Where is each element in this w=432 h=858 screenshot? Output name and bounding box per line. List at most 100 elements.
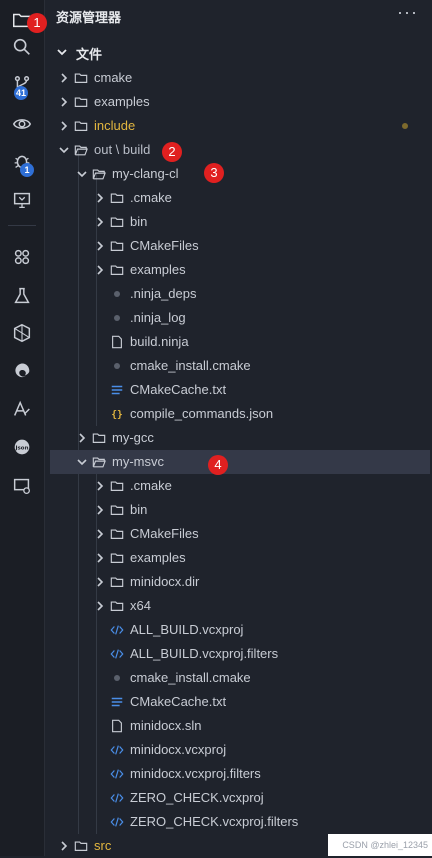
- tree-item-label: minidocx.dir: [130, 574, 200, 589]
- tree-item-clang-child[interactable]: CMakeCache.txt: [44, 378, 432, 402]
- tree-item-examples[interactable]: examples: [44, 90, 432, 114]
- source-control-activity-button[interactable]: 41: [0, 65, 44, 105]
- remote-explorer-activity-button[interactable]: [0, 104, 44, 144]
- search-activity-button[interactable]: [0, 27, 44, 67]
- tree-item-icon: [74, 119, 88, 133]
- tree-item-label: ZERO_CHECK.vcxproj.filters: [130, 814, 299, 829]
- extensions-icon: [14, 249, 30, 265]
- tree-item-clang-child[interactable]: CMakeFiles: [44, 234, 432, 258]
- tree-item-msvc-child[interactable]: examples: [44, 546, 432, 570]
- tree-item-clang-child[interactable]: {} compile_commands.json: [44, 402, 432, 426]
- tree-item-msvc-child[interactable]: minidocx.vcxproj.filters: [44, 762, 432, 786]
- tree-item-clang-child[interactable]: build.ninja: [44, 330, 432, 354]
- tree-item-icon: [110, 599, 124, 613]
- tree-item-icon: [110, 647, 124, 661]
- tree-item-label: CMakeFiles: [130, 526, 199, 541]
- tree-item-include[interactable]: include: [44, 114, 432, 138]
- edge-activity-button[interactable]: [0, 350, 44, 390]
- explorer-header: 资源管理器 ···: [44, 0, 432, 30]
- tree-item-label: cmake_install.cmake: [130, 670, 251, 685]
- activity-bar: 41 1 Json: [0, 0, 45, 856]
- tree-item-msvc-child[interactable]: ALL_BUILD.vcxproj: [44, 618, 432, 642]
- tree-item-icon: [110, 383, 124, 397]
- tree-item-label: .cmake: [130, 190, 172, 205]
- tree-item-icon: {}: [110, 407, 124, 421]
- tree-item-label: cmake: [94, 70, 133, 85]
- chevron-down-icon: [77, 459, 87, 466]
- tree-item-icon: [110, 815, 124, 829]
- tree-item-msvc-child[interactable]: CMakeCache.txt: [44, 690, 432, 714]
- folder-open-icon: [92, 169, 106, 180]
- files-section-header[interactable]: 文件: [44, 40, 432, 64]
- folder-icon: [110, 481, 124, 491]
- run-debug-activity-button[interactable]: 1: [0, 141, 44, 181]
- cmake-activity-button[interactable]: [0, 313, 44, 353]
- tree-item-icon: [110, 263, 124, 277]
- xml-file-icon: [110, 817, 124, 827]
- tree-item-icon: [110, 767, 124, 781]
- testing-activity-button[interactable]: [0, 276, 44, 316]
- tree-item-out-build[interactable]: out \ build: [44, 138, 432, 162]
- folder-icon: [110, 553, 124, 563]
- tree-item-msvc-child[interactable]: minidocx.vcxproj: [44, 738, 432, 762]
- watermark: CSDN @zhlei_12345: [342, 840, 428, 850]
- chevron-right-icon: [61, 841, 68, 851]
- tree-item-clang-child[interactable]: .ninja_log: [44, 306, 432, 330]
- json-activity-button[interactable]: Json: [0, 427, 44, 467]
- tree-item-my-clang-cl[interactable]: my-clang-cl: [44, 162, 432, 186]
- debug-badge: 1: [20, 163, 34, 177]
- tree-item-label: .ninja_log: [130, 310, 186, 325]
- tree-item-clang-child[interactable]: .ninja_deps: [44, 282, 432, 306]
- font-tool-activity-button[interactable]: [0, 389, 44, 429]
- folder-icon: [110, 601, 124, 611]
- tree-item-label: x64: [130, 598, 151, 613]
- tree-item-icon: [110, 215, 124, 229]
- tree-item-label: examples: [130, 550, 186, 565]
- chevron-right-icon: [97, 577, 104, 587]
- annotation-marker-1: 1: [27, 13, 47, 33]
- remote-window-activity-button[interactable]: [0, 466, 44, 506]
- json-file-icon: {}: [111, 410, 123, 421]
- remote-activity-button[interactable]: [0, 180, 44, 220]
- file-icon: [112, 335, 122, 349]
- tree-item-label: cmake_install.cmake: [130, 358, 251, 373]
- tree-item-msvc-child[interactable]: ALL_BUILD.vcxproj.filters: [44, 642, 432, 666]
- tree-item-clang-child[interactable]: cmake_install.cmake: [44, 354, 432, 378]
- chevron-down-icon: [77, 171, 87, 178]
- tree-item-msvc-child[interactable]: ZERO_CHECK.vcxproj.filters: [44, 810, 432, 834]
- file-dot-icon: [114, 291, 120, 297]
- tree-item-icon: [110, 191, 124, 205]
- tree-item-cmake[interactable]: cmake: [44, 66, 432, 90]
- annotation-marker-3: 3: [204, 163, 224, 183]
- tree-item-icon: [74, 71, 88, 85]
- tree-item-clang-child[interactable]: examples: [44, 258, 432, 282]
- tree-item-msvc-child[interactable]: .cmake: [44, 474, 432, 498]
- file-icon: [112, 719, 122, 733]
- tree-item-my-gcc[interactable]: my-gcc: [44, 426, 432, 450]
- eye-icon: [12, 119, 32, 129]
- folder-open-icon: [74, 145, 88, 156]
- tree-item-label: my-msvc: [112, 454, 164, 469]
- tree-item-clang-child[interactable]: bin: [44, 210, 432, 234]
- tree-item-icon: [110, 743, 124, 757]
- folder-icon: [74, 97, 88, 107]
- tree-item-label: ALL_BUILD.vcxproj: [130, 622, 244, 637]
- tree-item-icon: [74, 95, 88, 109]
- tree-item-icon: [74, 143, 88, 157]
- tree-item-icon: [110, 671, 124, 685]
- explorer-title: 资源管理器: [56, 10, 122, 25]
- tree-item-msvc-child[interactable]: ZERO_CHECK.vcxproj: [44, 786, 432, 810]
- tree-item-msvc-child[interactable]: cmake_install.cmake: [44, 666, 432, 690]
- tree-item-msvc-child[interactable]: CMakeFiles: [44, 522, 432, 546]
- tree-item-msvc-child[interactable]: x64: [44, 594, 432, 618]
- tree-item-icon: [110, 551, 124, 565]
- tree-item-msvc-child[interactable]: minidocx.sln: [44, 714, 432, 738]
- tree-item-msvc-child[interactable]: bin: [44, 498, 432, 522]
- tree-item-msvc-child[interactable]: minidocx.dir: [44, 570, 432, 594]
- extensions-activity-button[interactable]: [0, 237, 44, 277]
- chevron-down-icon: [59, 147, 69, 154]
- tree-item-my-msvc[interactable]: my-msvc: [50, 450, 430, 474]
- more-actions-button[interactable]: ···: [397, 2, 418, 23]
- tree-item-clang-child[interactable]: .cmake: [44, 186, 432, 210]
- folder-open-icon: [92, 457, 106, 468]
